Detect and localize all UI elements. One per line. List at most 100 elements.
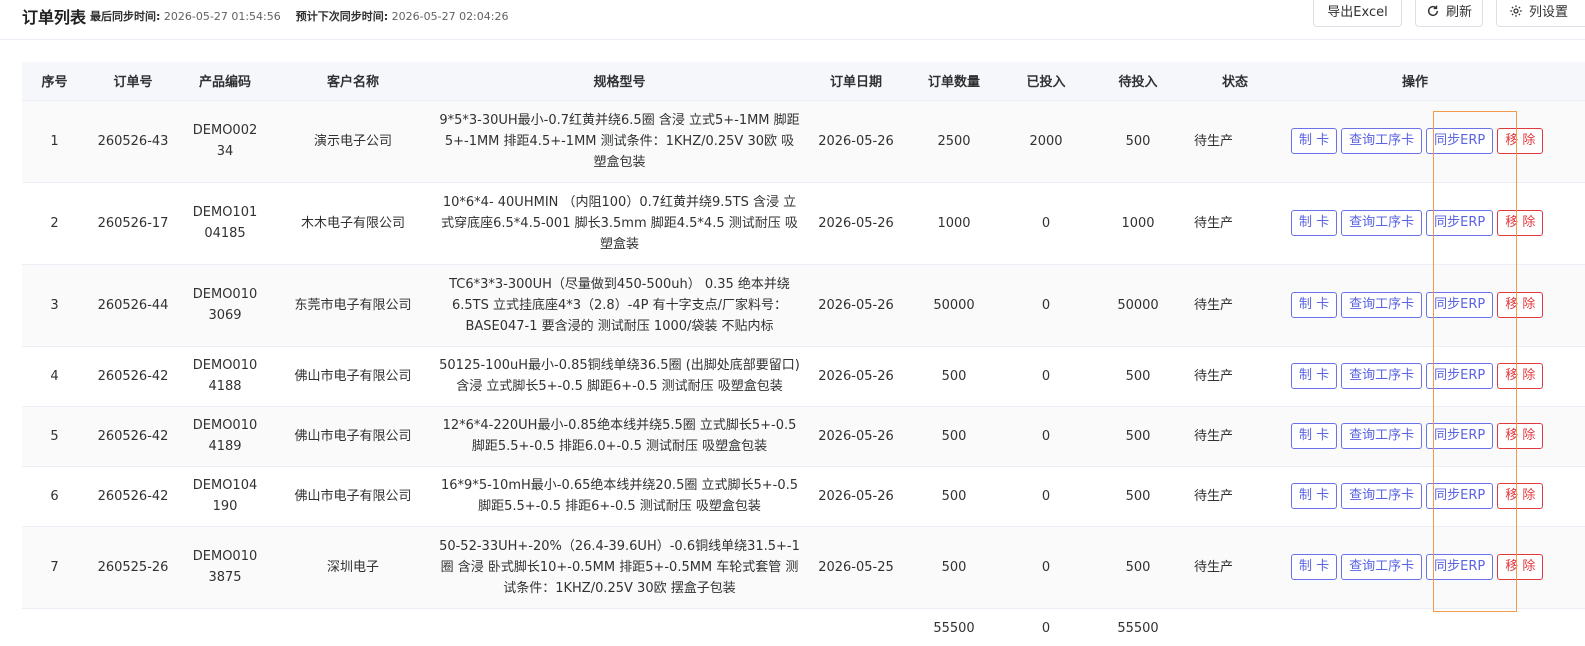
cell-qty: 500 <box>908 526 1000 609</box>
cell-order-no: 260526-44 <box>87 264 179 347</box>
sync-info: 最后同步时间: 2026-05-27 01:54:56 预计下次同步时间: 20… <box>90 8 508 24</box>
table-row: 3 260526-44 DEMO0103069 东莞市电子有限公司 TC6*3*… <box>22 264 1585 347</box>
table-header-row: 序号 订单号 产品编码 客户名称 规格型号 订单日期 订单数量 已投入 待投入 … <box>22 62 1585 101</box>
refresh-icon <box>1427 5 1439 16</box>
col-header-qty[interactable]: 订单数量 <box>908 62 1000 101</box>
cell-qty: 500 <box>908 346 1000 407</box>
col-header-spec[interactable]: 规格型号 <box>435 62 804 101</box>
cell-actions: 制 卡查询工序卡 同步ERP 移 除 <box>1287 526 1585 609</box>
cell-invested: 0 <box>1000 406 1092 467</box>
sync-erp-button[interactable]: 同步ERP <box>1426 423 1494 449</box>
cell-date: 2026-05-26 <box>804 100 908 183</box>
table-row: 7 260525-26 DEMO0103875 深圳电子 50-52-33UH+… <box>22 526 1585 609</box>
cell-actions: 制 卡查询工序卡 同步ERP 移 除 <box>1287 406 1585 467</box>
make-card-button[interactable]: 制 卡 <box>1291 554 1338 580</box>
col-header-seq[interactable]: 序号 <box>22 62 87 101</box>
query-process-card-button[interactable]: 查询工序卡 <box>1341 210 1423 236</box>
col-header-customer[interactable]: 客户名称 <box>271 62 435 101</box>
cell-pending: 1000 <box>1092 182 1184 265</box>
remove-button[interactable]: 移 除 <box>1497 423 1544 449</box>
cell-spec: TC6*3*3-300UH（尽量做到450-500uh） 0.35 绝本并绕6.… <box>435 264 804 347</box>
query-process-card-button[interactable]: 查询工序卡 <box>1341 128 1423 154</box>
cell-order-no: 260526-42 <box>87 406 179 467</box>
col-header-status[interactable]: 状态 <box>1184 62 1287 101</box>
cell-pending: 500 <box>1092 346 1184 407</box>
total-invested: 0 <box>1000 608 1092 634</box>
cell-qty: 2500 <box>908 100 1000 183</box>
last-sync-label: 最后同步时间: <box>90 10 161 23</box>
cell-order-no: 260526-42 <box>87 346 179 407</box>
col-header-pending[interactable]: 待投入 <box>1092 62 1184 101</box>
refresh-button[interactable]: 刷新 <box>1415 0 1483 27</box>
make-card-button[interactable]: 制 卡 <box>1291 423 1338 449</box>
cell-date: 2026-05-26 <box>804 406 908 467</box>
query-process-card-button[interactable]: 查询工序卡 <box>1341 363 1423 389</box>
remove-button[interactable]: 移 除 <box>1497 554 1544 580</box>
cell-customer: 佛山市电子有限公司 <box>271 346 435 407</box>
column-settings-button[interactable]: 列设置 <box>1496 0 1585 27</box>
sync-erp-button[interactable]: 同步ERP <box>1426 210 1494 236</box>
cell-status: 待生产 <box>1184 182 1287 265</box>
sync-erp-button[interactable]: 同步ERP <box>1426 483 1494 509</box>
col-header-invested[interactable]: 已投入 <box>1000 62 1092 101</box>
cell-seq: 5 <box>22 406 87 467</box>
remove-button[interactable]: 移 除 <box>1497 210 1544 236</box>
make-card-button[interactable]: 制 卡 <box>1291 483 1338 509</box>
cell-customer: 东莞市电子有限公司 <box>271 264 435 347</box>
gear-icon <box>1510 4 1522 17</box>
cell-qty: 500 <box>908 406 1000 467</box>
remove-button[interactable]: 移 除 <box>1497 292 1544 318</box>
cell-qty: 50000 <box>908 264 1000 347</box>
cell-status: 待生产 <box>1184 346 1287 407</box>
make-card-button[interactable]: 制 卡 <box>1291 128 1338 154</box>
cell-spec-text: 50-52-33UH+-20%（26.4-39.6UH）-0.6铜线单绕31.5… <box>439 539 800 596</box>
cell-product-code: DEMO10104185 <box>179 182 271 265</box>
col-header-order-no[interactable]: 订单号 <box>87 62 179 101</box>
page-header: 订单列表 最后同步时间: 2026-05-27 01:54:56 预计下次同步时… <box>0 0 1585 40</box>
cell-customer: 演示电子公司 <box>271 100 435 183</box>
page-title: 订单列表 <box>22 8 87 27</box>
cell-seq: 1 <box>22 100 87 183</box>
cell-product-code: DEMO104190 <box>179 466 271 527</box>
col-header-actions: 操作 <box>1287 62 1585 101</box>
cell-status: 待生产 <box>1184 526 1287 609</box>
totals-row: 55500 0 55500 <box>22 608 1585 634</box>
query-process-card-button[interactable]: 查询工序卡 <box>1341 423 1423 449</box>
cell-customer: 木木电子有限公司 <box>271 182 435 265</box>
next-sync-label: 预计下次同步时间: <box>295 10 389 23</box>
cell-pending: 50000 <box>1092 264 1184 347</box>
remove-button[interactable]: 移 除 <box>1497 128 1544 154</box>
cell-invested: 0 <box>1000 346 1092 407</box>
col-header-product-code[interactable]: 产品编码 <box>179 62 271 101</box>
cell-spec: 50125-100uH最小-0.85铜线单绕36.5圈 (出脚处底部要留口) 含… <box>435 346 804 407</box>
cell-customer: 佛山市电子有限公司 <box>271 406 435 467</box>
cell-spec-text: 10*6*4- 40UHMIN （内阻100）0.7红黄并绕9.5TS 含浸 立… <box>441 195 798 252</box>
cell-customer: 佛山市电子有限公司 <box>271 466 435 527</box>
query-process-card-button[interactable]: 查询工序卡 <box>1341 292 1423 318</box>
sync-erp-button[interactable]: 同步ERP <box>1426 292 1494 318</box>
table-row: 6 260526-42 DEMO104190 佛山市电子有限公司 16*9*5-… <box>22 466 1585 527</box>
cell-pending: 500 <box>1092 406 1184 467</box>
cell-status: 待生产 <box>1184 466 1287 527</box>
remove-button[interactable]: 移 除 <box>1497 363 1544 389</box>
cell-date: 2026-05-25 <box>804 526 908 609</box>
query-process-card-button[interactable]: 查询工序卡 <box>1341 554 1423 580</box>
export-excel-button[interactable]: 导出Excel <box>1313 0 1402 27</box>
cell-actions: 制 卡查询工序卡 同步ERP 移 除 <box>1287 346 1585 407</box>
table-row: 2 260526-17 DEMO10104185 木木电子有限公司 10*6*4… <box>22 182 1585 265</box>
remove-button[interactable]: 移 除 <box>1497 483 1544 509</box>
make-card-button[interactable]: 制 卡 <box>1291 363 1338 389</box>
cell-actions: 制 卡查询工序卡 同步ERP 移 除 <box>1287 182 1585 265</box>
cell-invested: 0 <box>1000 264 1092 347</box>
cell-customer: 深圳电子 <box>271 526 435 609</box>
cell-spec: 50-52-33UH+-20%（26.4-39.6UH）-0.6铜线单绕31.5… <box>435 526 804 609</box>
col-header-date[interactable]: 订单日期 <box>804 62 908 101</box>
sync-erp-button[interactable]: 同步ERP <box>1426 554 1494 580</box>
sync-erp-button[interactable]: 同步ERP <box>1426 128 1494 154</box>
query-process-card-button[interactable]: 查询工序卡 <box>1341 483 1423 509</box>
make-card-button[interactable]: 制 卡 <box>1291 292 1338 318</box>
make-card-button[interactable]: 制 卡 <box>1291 210 1338 236</box>
cell-pending: 500 <box>1092 526 1184 609</box>
cell-invested: 2000 <box>1000 100 1092 183</box>
sync-erp-button[interactable]: 同步ERP <box>1426 363 1494 389</box>
